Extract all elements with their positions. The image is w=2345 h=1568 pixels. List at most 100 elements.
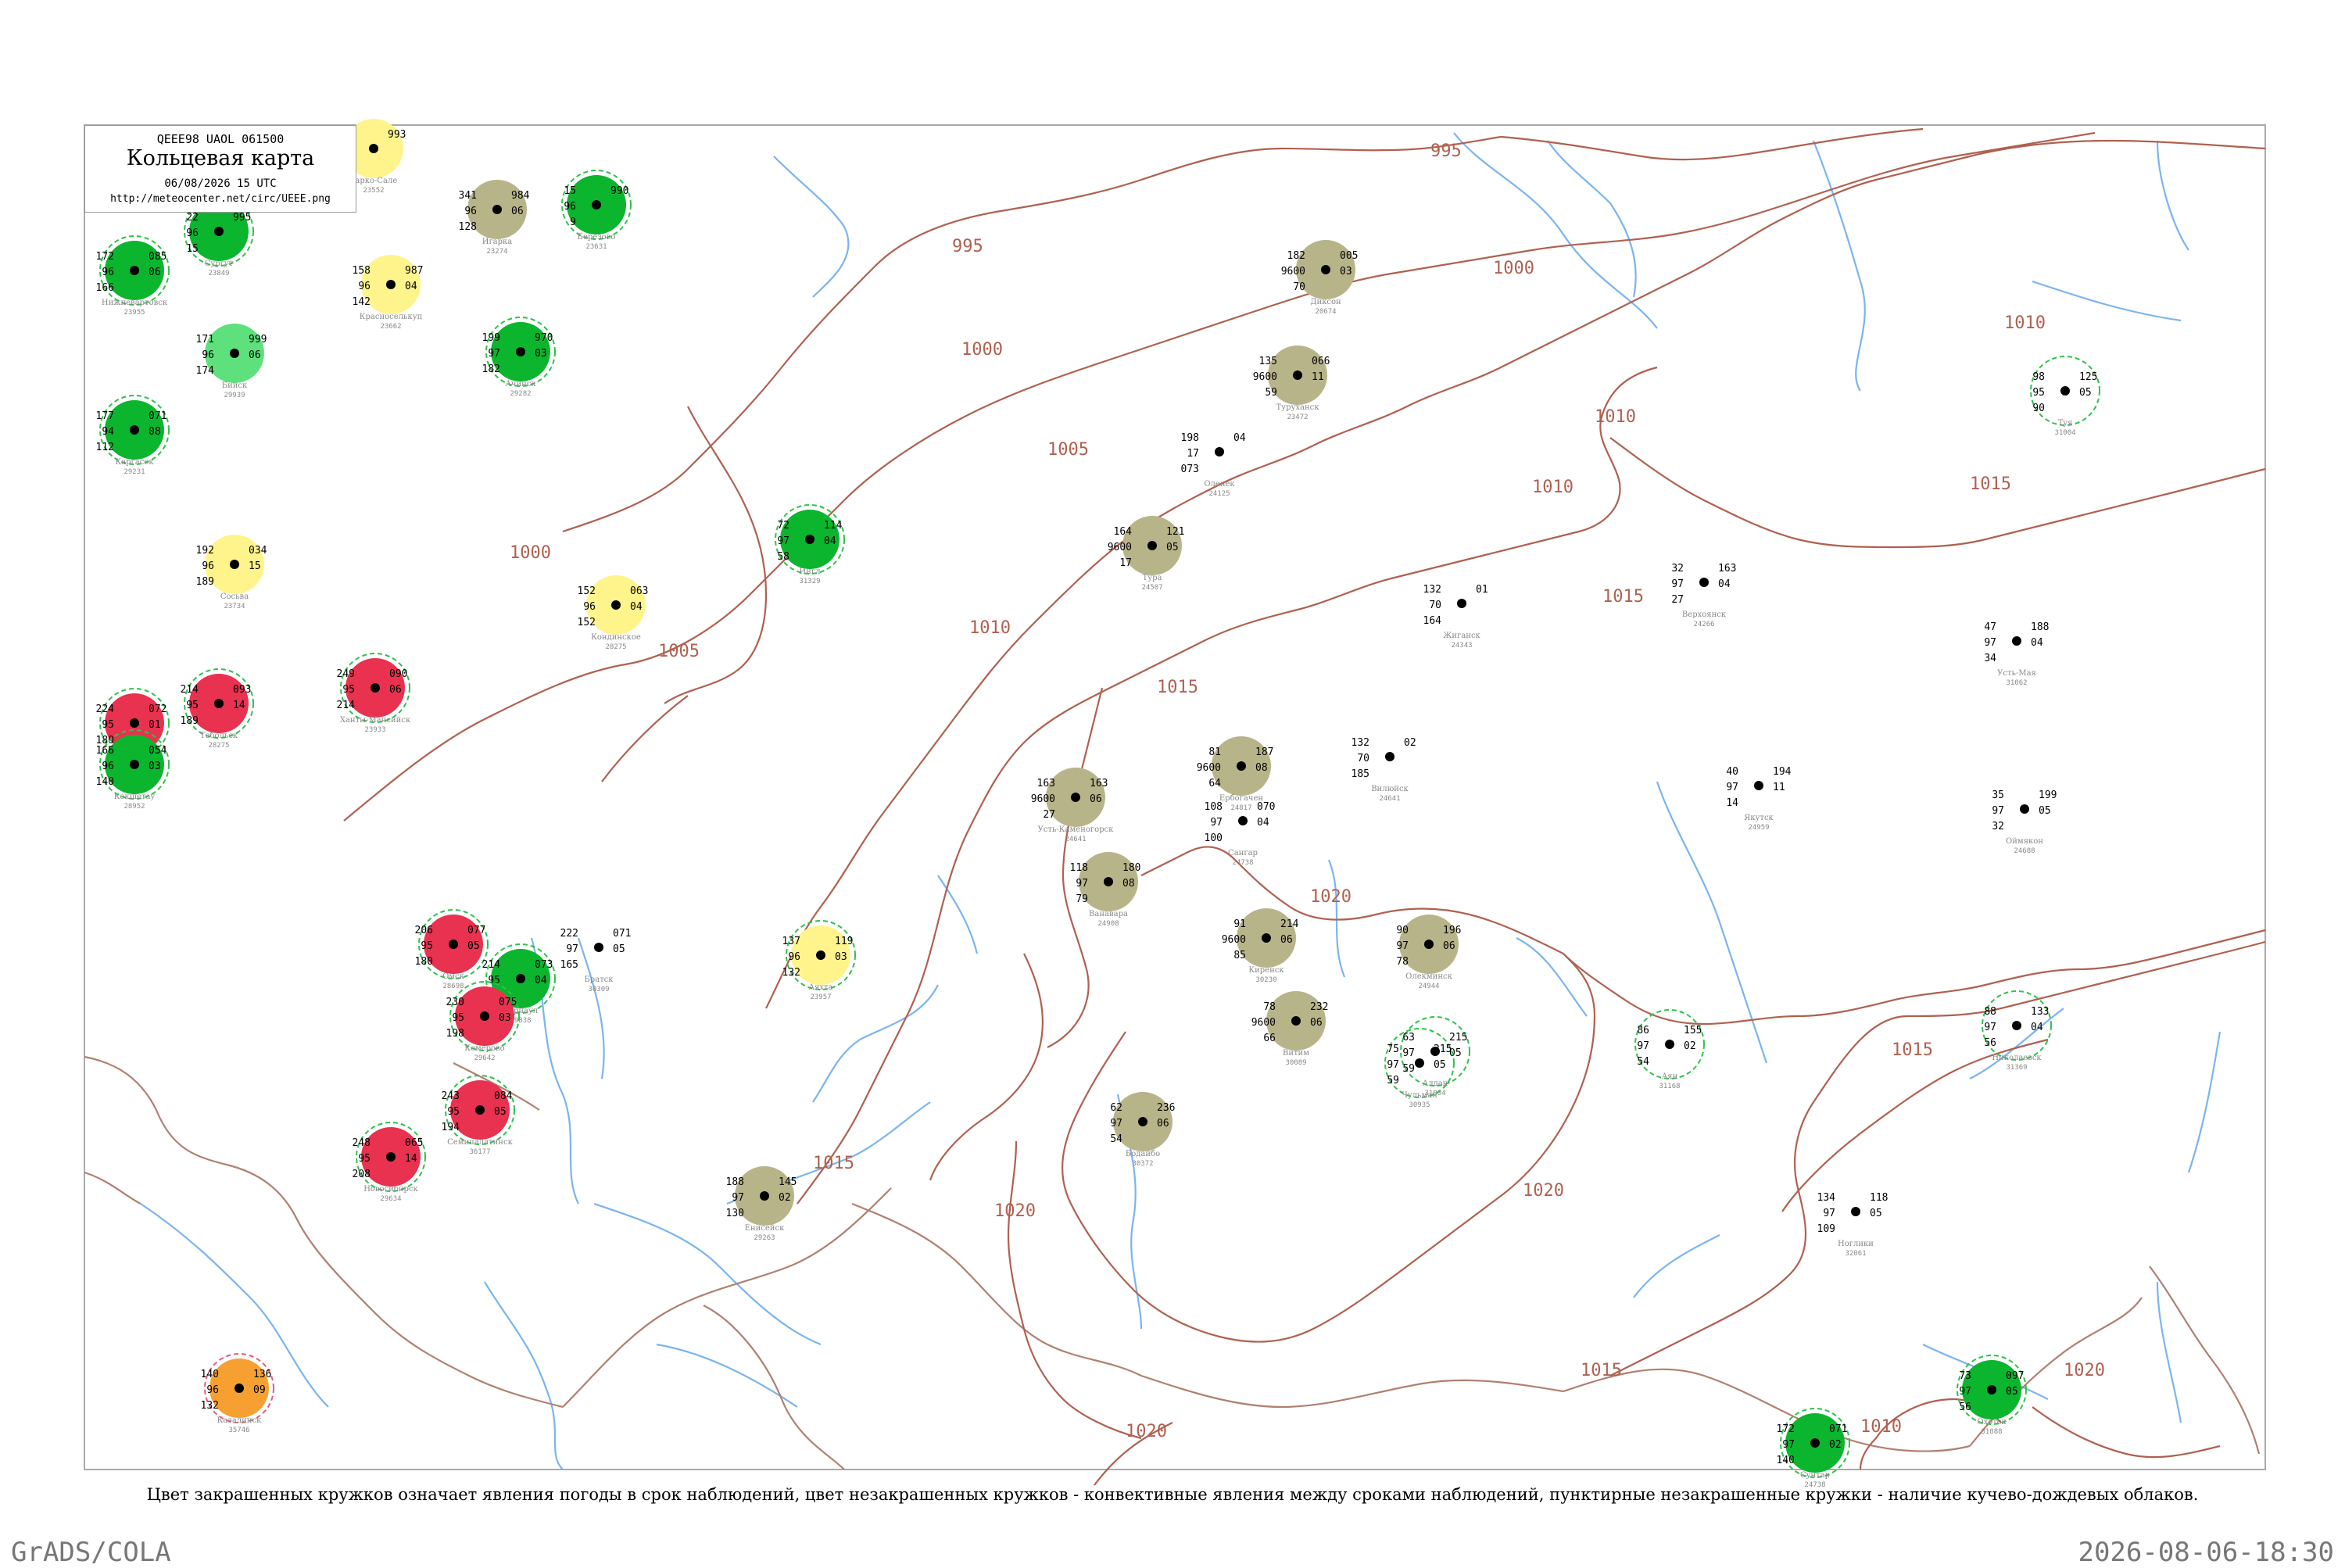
station-plot: 188 97 130 145 02 Енисейск29263 [726,1166,797,1242]
station-name: Ноглики [1838,1240,1874,1248]
station-plot: 135 9600 59 066 11 Туруханск23472 [1253,345,1330,421]
station-value: 119 [835,936,853,947]
station-id: 30935 [1409,1101,1430,1109]
station-value: 09 [253,1384,266,1396]
station-plot: 341 96 128 984 06 Игарка 23274 [459,180,530,256]
station-value: 199 [2039,789,2057,801]
station-value: 95 [447,1106,460,1118]
cloud-cover-icon [1424,940,1434,949]
cloud-cover-icon [480,1011,489,1021]
station-value: 145 [779,1176,797,1188]
synoptic-map: 995 995 1000 1000 1000 1005 1005 1010 10… [84,119,2266,1489]
station-value: 198 [1181,432,1199,444]
station-value: 214 [181,684,199,696]
isobar-label: 1015 [1602,587,1644,607]
station-id: 23957 [810,993,831,1001]
station-plot: 182 9600 70 005 03 Диксон 20674 [1281,240,1358,316]
isobar-label: 1020 [994,1201,1036,1221]
station-plot: 171 96 174 999 06 Бийск 29939 [196,324,267,399]
cloud-cover-icon [230,560,239,569]
station-value: 163 [1090,778,1108,789]
station-id: 32061 [1845,1250,1866,1258]
station-value: 04 [2031,1022,2043,1033]
station-value: 14 [233,700,245,711]
station-value: 70 [1429,600,1441,611]
station-plot: 72 97 58 114 04 Ингл 31329 [775,504,845,585]
station-value: 06 [149,267,161,278]
station-value: 85 [1233,950,1246,961]
station-name: Омск [442,972,465,981]
station-value: 70 [1293,281,1305,293]
station-plot: 158 96 142 987 04 Красноселькуп 23662 [353,255,423,331]
station-value: 054 [149,745,167,757]
cloud-cover-icon [760,1191,769,1201]
station-plot: 137 96 132 119 03 Аяхта23957 [782,920,856,1001]
station-value: 32 [1671,563,1684,575]
station-value: 02 [1404,737,1416,749]
station-value: 142 [353,296,371,308]
station-value: 97 [1387,1059,1399,1071]
cloud-cover-icon [449,940,458,949]
station-plot: 91 9600 85 214 06 Киренск30230 [1222,908,1299,984]
station-name: Туя [2058,419,2073,428]
station-id: 28952 [124,803,145,811]
station-plot: 248 95 208 065 14 Новосибирск29634 [353,1122,426,1203]
station-value: 140 [1777,1455,1795,1466]
observation-datetime: 06/08/2026 15 UTC [164,177,277,190]
station-value: 084 [494,1090,513,1102]
render-timestamp: 2026-08-06-18:30 [2078,1537,2334,1568]
station-id: 29642 [474,1054,495,1062]
station-value: 236 [1157,1102,1175,1114]
station-value: 180 [415,956,433,968]
isobar-label: 1015 [1157,678,1198,697]
station-plot: 199 97 182 970 03 Ачинск 29282 [482,317,556,398]
station-value: 192 [196,545,214,557]
station-value: 97 [1671,578,1684,590]
station-value: 62 [1110,1102,1122,1114]
map-frame [84,124,2266,1470]
station-value: 04 [1257,817,1269,829]
station-value: 97 [566,943,578,955]
station-value: 97 [777,535,789,547]
station-value: 59 [1402,1063,1415,1075]
cloud-cover-icon [2020,804,2029,814]
station-value: 96 [202,349,214,361]
station-value: 96 [583,601,596,613]
station-name: Туруханск [1276,403,1320,412]
station-value: 40 [1726,766,1738,778]
station-value: 27 [1043,809,1055,821]
station-value: 88 [1984,1006,1996,1018]
station-id: 24125 [1208,490,1230,498]
station-id: 24944 [1418,983,1439,990]
station-value: 133 [2031,1006,2049,1018]
station-id: 31329 [799,578,820,585]
station-id: 29939 [224,392,245,399]
cloud-cover-icon [1385,752,1394,761]
station-name: Каргасок [115,458,154,467]
station-id: 24817 [1230,804,1251,812]
station-value: 97 [1726,782,1738,793]
station-value: 97 [732,1192,744,1204]
station-id: 31369 [2006,1064,2027,1072]
station-value: 118 [1070,862,1088,874]
station-value: 990 [610,185,628,197]
station-value: 194 [1773,766,1792,778]
station-value: 15 [249,560,261,572]
station-value: 185 [1352,768,1369,780]
station-plot: 118 97 79 180 08 Ванавара 24908 [1070,852,1140,928]
station-value: 034 [249,545,267,557]
station-name: Семипалатинск [447,1138,513,1147]
station-value: 01 [1476,584,1488,596]
cloud-cover-icon [1071,793,1080,802]
isobar-label: 1010 [2004,313,2046,333]
station-value: 230 [446,997,464,1008]
station-value: 95 [358,1153,371,1165]
bulletin-code: QEEE98 UAOL 061500 [156,132,285,146]
cloud-cover-icon [592,200,601,209]
station-name: Охотск [1977,1418,2007,1427]
cloud-cover-icon [1699,578,1709,587]
station-value: 152 [578,585,596,597]
station-name: Аян [1662,1072,1678,1081]
isobar-label: 995 [952,237,983,256]
station-value: 140 [96,776,114,788]
